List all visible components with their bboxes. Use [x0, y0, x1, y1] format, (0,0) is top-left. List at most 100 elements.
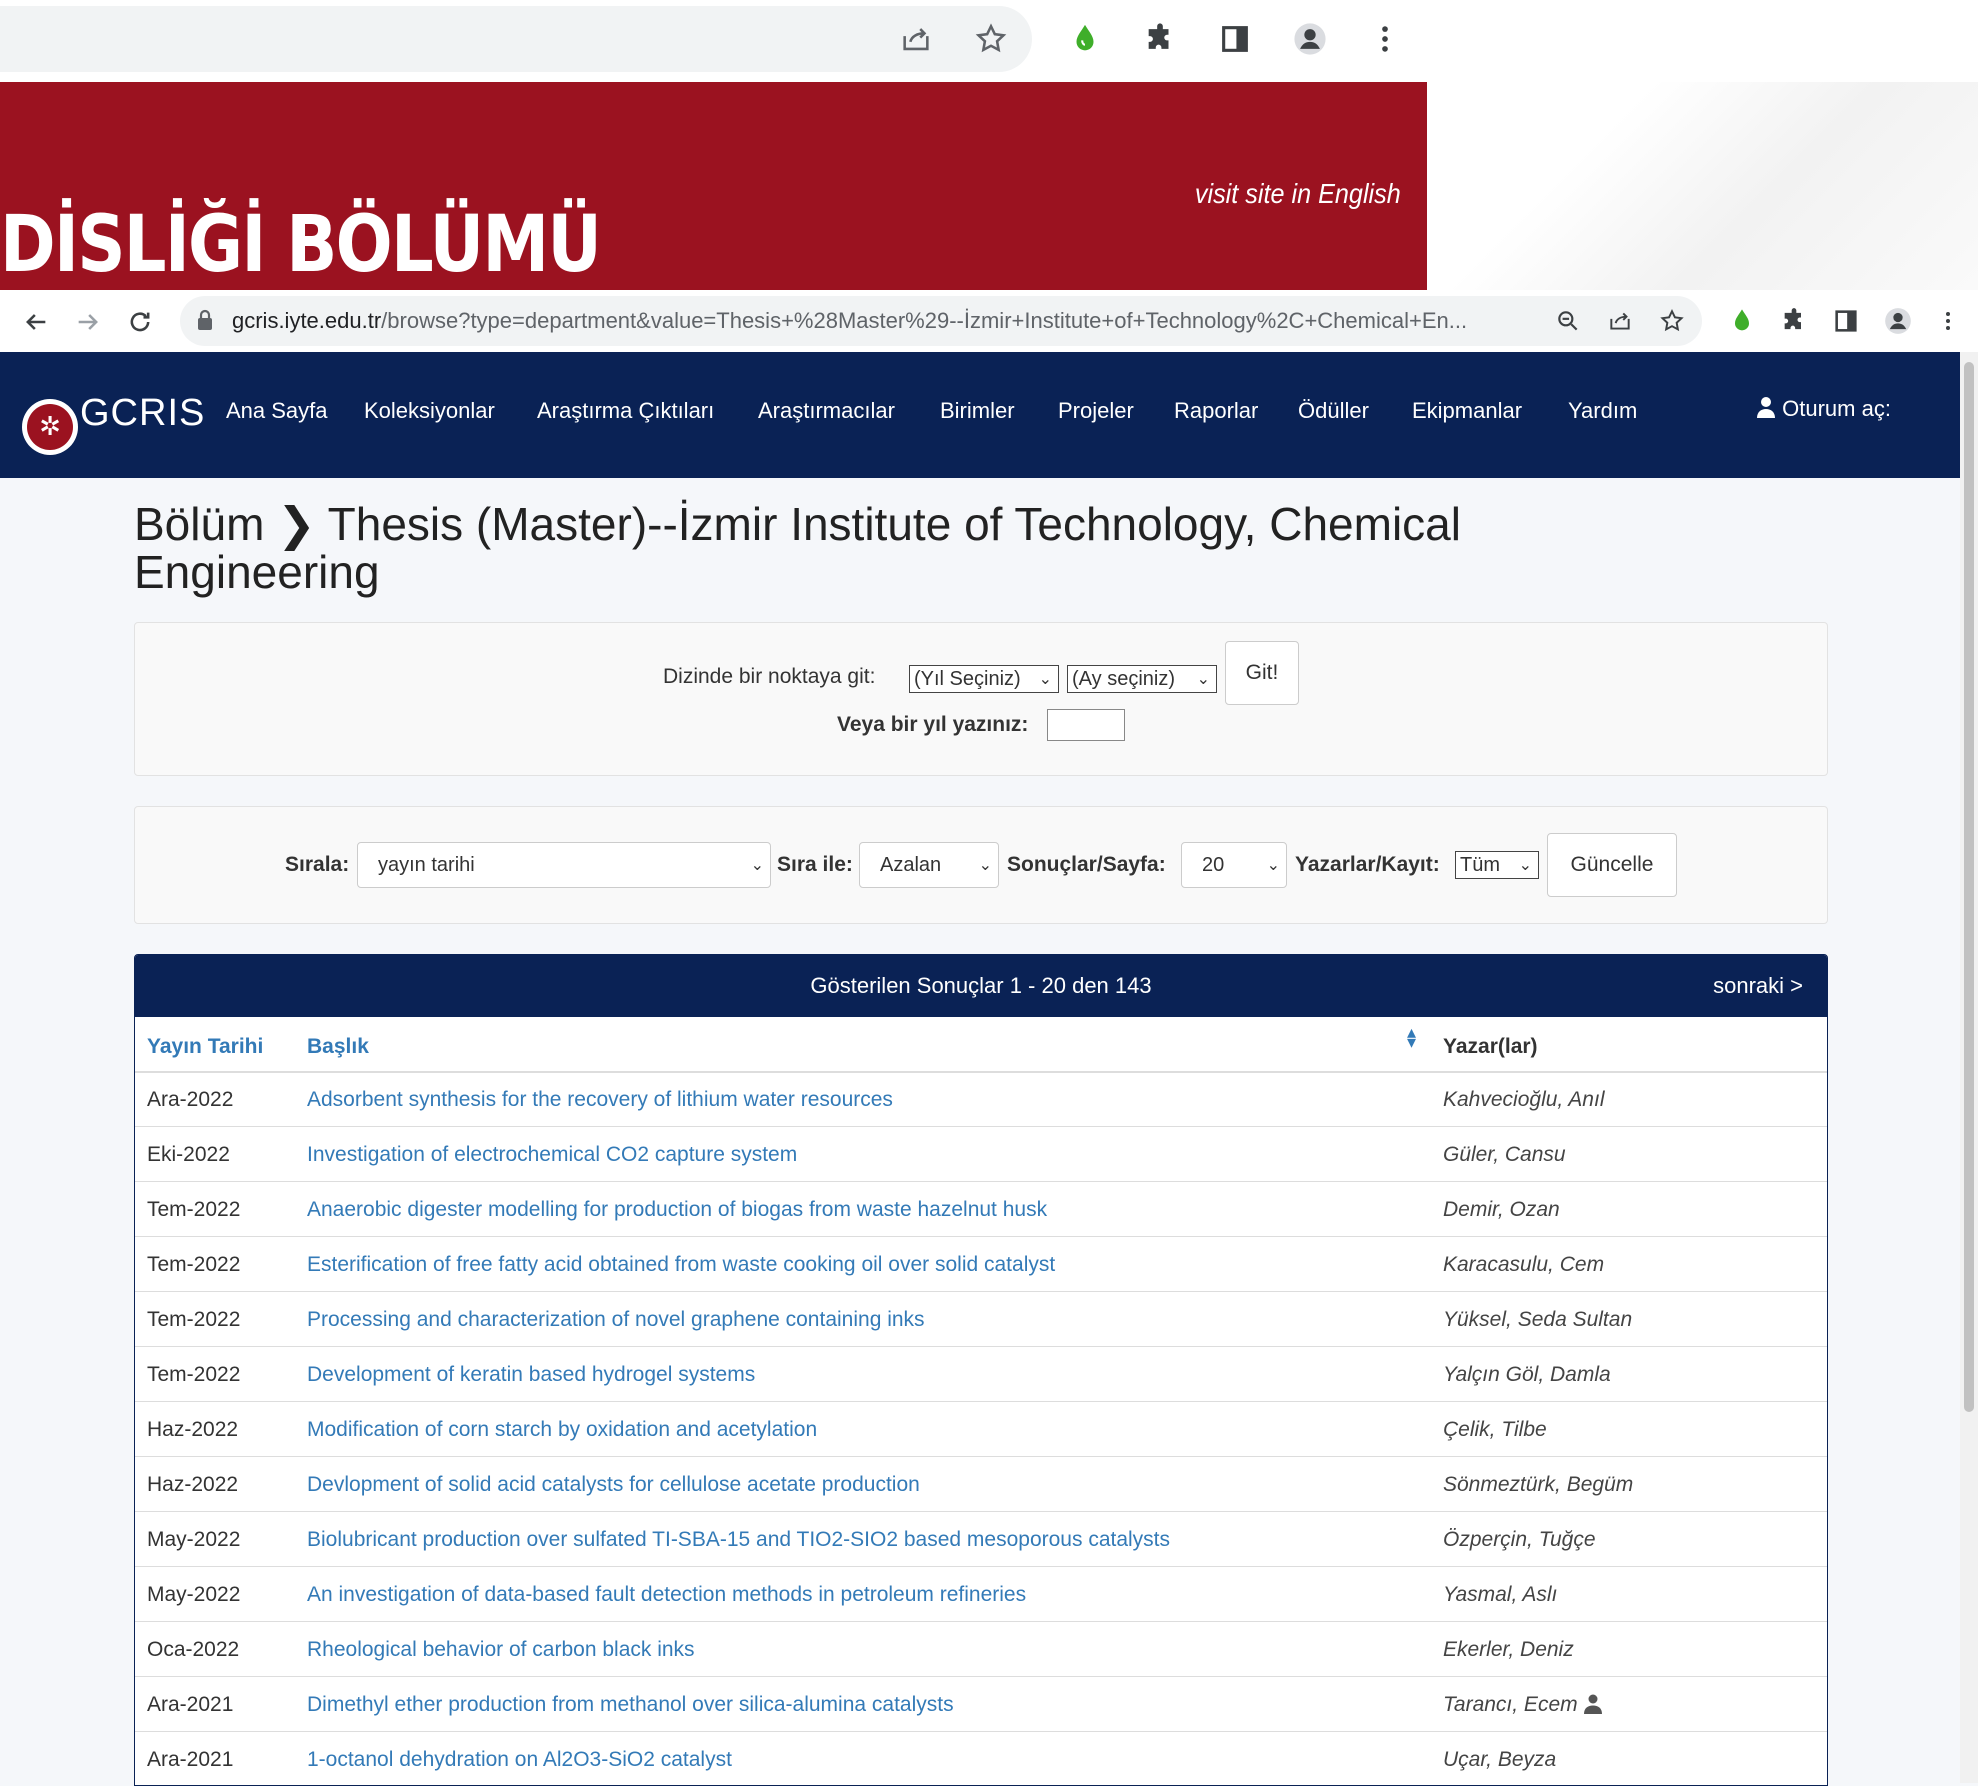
gcris-logo-icon[interactable]: ✲: [22, 399, 78, 455]
row-author-link[interactable]: Sönmeztürk, Begüm: [1443, 1473, 1633, 1497]
row-author-name[interactable]: Yalçın Göl, Damla: [1443, 1363, 1611, 1386]
row-title-link[interactable]: Modification of corn starch by oxidation…: [307, 1418, 817, 1442]
row-author-name[interactable]: Uçar, Beyza: [1443, 1748, 1556, 1771]
table-row: Eki-2022 Investigation of electrochemical…: [135, 1126, 1827, 1181]
visit-english-link[interactable]: visit site in English: [1195, 178, 1401, 210]
row-title-link[interactable]: 1-octanol dehydration on Al2O3-SiO2 cata…: [307, 1748, 732, 1772]
row-title-link[interactable]: Rheological behavior of carbon black ink…: [307, 1638, 695, 1662]
row-author-link[interactable]: Güler, Cansu: [1443, 1143, 1566, 1167]
forward-arrow-icon[interactable]: [68, 302, 108, 342]
row-author-link[interactable]: Demir, Ozan: [1443, 1198, 1560, 1222]
row-author-link[interactable]: Özperçin, Tuğçe: [1443, 1528, 1596, 1552]
nav-item-collections[interactable]: Koleksiyonlar: [364, 398, 495, 424]
go-button[interactable]: Git!: [1225, 641, 1299, 705]
row-author-name[interactable]: Yasmal, Aslı: [1443, 1583, 1557, 1606]
table-row: May-2022 Biolubricant production over sul…: [135, 1511, 1827, 1566]
row-author-link[interactable]: Yalçın Göl, Damla: [1443, 1363, 1611, 1387]
extensions-puzzle-icon[interactable]: [1138, 17, 1182, 61]
top-address-bar[interactable]: [0, 6, 1032, 72]
department-banner: visit site in English DİSLİĞİ BÖLÜMÜ: [0, 82, 1427, 290]
row-author-link[interactable]: Kahvecioğlu, Anıl: [1443, 1088, 1605, 1112]
green-drop-extension-icon[interactable]: [1724, 303, 1760, 339]
row-title-link[interactable]: Processing and characterization of novel…: [307, 1308, 925, 1332]
row-author-link[interactable]: Yüksel, Seda Sultan: [1443, 1308, 1632, 1332]
profile-avatar-icon[interactable]: [1880, 303, 1916, 339]
nav-item-help[interactable]: Yardım: [1568, 398, 1637, 424]
login-button[interactable]: Oturum aç:: [1756, 396, 1891, 422]
row-title-link[interactable]: Esterification of free fatty acid obtain…: [307, 1253, 1055, 1277]
back-arrow-icon[interactable]: [16, 302, 56, 342]
nav-item-research-outputs[interactable]: Araştırma Çıktıları: [537, 398, 714, 424]
logo-text[interactable]: GCRIS: [80, 392, 205, 435]
update-button[interactable]: Güncelle: [1547, 833, 1677, 897]
row-author-name[interactable]: Kahvecioğlu, Anıl: [1443, 1088, 1605, 1111]
row-title-link[interactable]: Investigation of electrochemical CO2 cap…: [307, 1143, 797, 1167]
researcher-profile-icon[interactable]: [1583, 1694, 1602, 1714]
row-title-link[interactable]: Anaerobic digester modelling for product…: [307, 1198, 1047, 1222]
nav-item-units[interactable]: Birimler: [940, 398, 1015, 424]
bookmark-star-icon[interactable]: [969, 17, 1013, 61]
row-author-link[interactable]: Karacasulu, Cem: [1443, 1253, 1604, 1277]
sort-select[interactable]: yayın tarihi ⌄: [357, 842, 771, 888]
bookmark-star-icon[interactable]: [1656, 305, 1688, 337]
green-drop-extension-icon[interactable]: [1063, 17, 1107, 61]
row-author-link[interactable]: Ekerler, Deniz: [1443, 1638, 1574, 1662]
side-panel-icon[interactable]: [1213, 17, 1257, 61]
more-menu-icon[interactable]: [1363, 17, 1407, 61]
row-author-name[interactable]: Yüksel, Seda Sultan: [1443, 1308, 1632, 1331]
row-author-name[interactable]: Özperçin, Tuğçe: [1443, 1528, 1596, 1551]
column-header-title[interactable]: Başlık: [307, 1035, 369, 1059]
zoom-icon[interactable]: [1552, 305, 1584, 337]
row-title-link[interactable]: Devlopment of solid acid catalysts for c…: [307, 1473, 920, 1497]
nav-item-awards[interactable]: Ödüller: [1298, 398, 1369, 424]
authors-select[interactable]: Tüm ⌄: [1455, 851, 1539, 879]
nav-item-projects[interactable]: Projeler: [1058, 398, 1134, 424]
nav-item-researchers[interactable]: Araştırmacılar: [758, 398, 895, 424]
nav-item-reports[interactable]: Raporlar: [1174, 398, 1258, 424]
user-icon: [1757, 397, 1775, 418]
row-author-link[interactable]: Çelik, Tilbe: [1443, 1418, 1547, 1442]
side-panel-icon[interactable]: [1828, 303, 1864, 339]
order-select[interactable]: Azalan ⌄: [859, 842, 999, 888]
lock-icon[interactable]: [196, 309, 214, 331]
nav-item-equipment[interactable]: Ekipmanlar: [1412, 398, 1522, 424]
row-date: Haz-2022: [147, 1473, 239, 1496]
more-menu-icon[interactable]: [1936, 303, 1960, 339]
month-select[interactable]: (Ay seçiniz) ⌄: [1067, 665, 1217, 693]
row-author-link[interactable]: Tarancı, Ecem: [1443, 1693, 1602, 1717]
year-input[interactable]: [1047, 709, 1125, 741]
row-author-name[interactable]: Çelik, Tilbe: [1443, 1418, 1547, 1441]
row-author-name[interactable]: Ekerler, Deniz: [1443, 1638, 1574, 1661]
row-title-link[interactable]: Biolubricant production over sulfated TI…: [307, 1528, 1170, 1552]
year-select[interactable]: (Yıl Seçiniz) ⌄: [909, 665, 1059, 693]
scrollbar-thumb[interactable]: [1964, 362, 1974, 1412]
row-title-link[interactable]: An investigation of data-based fault det…: [307, 1583, 1026, 1607]
share-icon[interactable]: [894, 17, 938, 61]
row-title-link[interactable]: Adsorbent synthesis for the recovery of …: [307, 1088, 893, 1112]
row-author-link[interactable]: Uçar, Beyza: [1443, 1748, 1556, 1772]
sort-toggle-icon[interactable]: ▴ ▾: [1407, 1023, 1416, 1051]
row-author-name[interactable]: Karacasulu, Cem: [1443, 1253, 1604, 1276]
row-author-name[interactable]: Sönmeztürk, Begüm: [1443, 1473, 1633, 1496]
page-scrollbar[interactable]: [1960, 352, 1978, 1783]
row-author-link[interactable]: Yasmal, Aslı: [1443, 1583, 1557, 1607]
rpp-select[interactable]: 20 ⌄: [1181, 842, 1287, 888]
column-header-date[interactable]: Yayın Tarihi: [147, 1035, 263, 1059]
address-bar[interactable]: gcris.iyte.edu.tr/browse?type=department…: [180, 296, 1702, 346]
row-date: Ara-2021: [147, 1748, 234, 1771]
row-date: Eki-2022: [147, 1143, 230, 1166]
profile-avatar-icon[interactable]: [1288, 17, 1332, 61]
url-text[interactable]: gcris.iyte.edu.tr/browse?type=department…: [232, 308, 1522, 334]
row-author-name[interactable]: Demir, Ozan: [1443, 1198, 1560, 1221]
extensions-puzzle-icon[interactable]: [1776, 303, 1812, 339]
row-title-link[interactable]: Development of keratin based hydrogel sy…: [307, 1363, 755, 1387]
nav-item-home[interactable]: Ana Sayfa: [226, 398, 328, 424]
next-page-link[interactable]: sonraki >: [1713, 973, 1803, 999]
row-author-name[interactable]: Tarancı, Ecem: [1443, 1693, 1578, 1716]
row-author-name[interactable]: Güler, Cansu: [1443, 1143, 1566, 1166]
share-icon[interactable]: [1604, 305, 1636, 337]
reload-icon[interactable]: [120, 302, 160, 342]
row-title-link[interactable]: Dimethyl ether production from methanol …: [307, 1693, 954, 1717]
banner-title: DİSLİĞİ BÖLÜMÜ: [0, 200, 602, 290]
table-row: Haz-2022 Modification of corn starch by o…: [135, 1401, 1827, 1456]
